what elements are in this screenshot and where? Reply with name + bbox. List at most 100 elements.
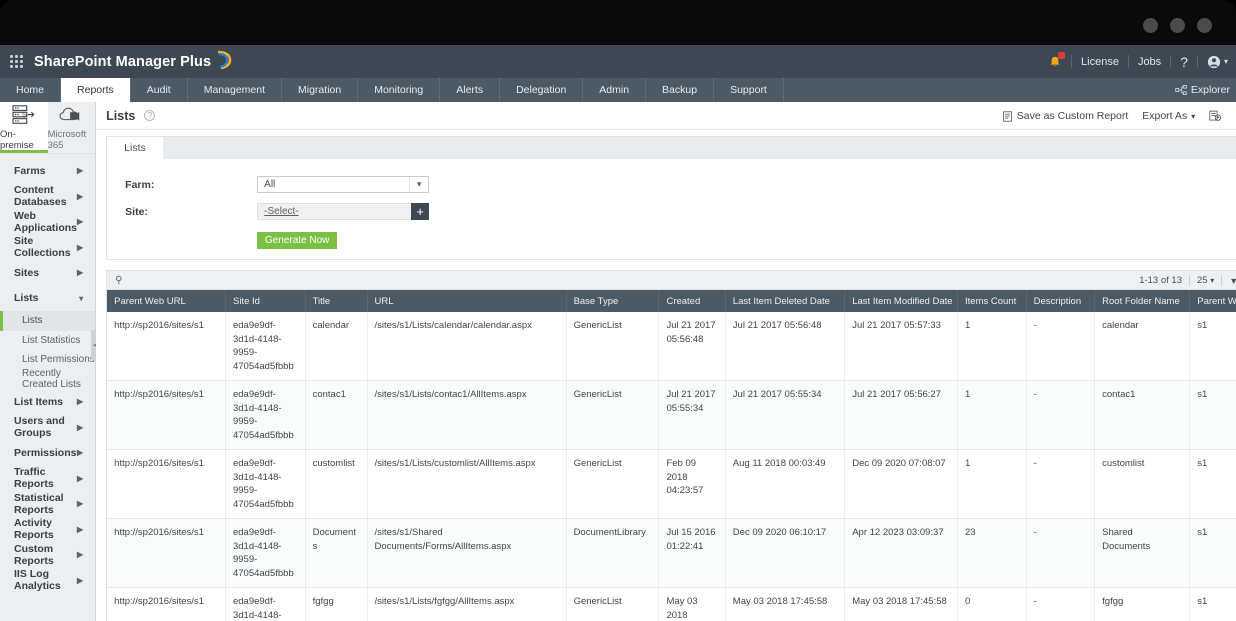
- plus-icon[interactable]: +: [411, 203, 430, 220]
- column-header-parent-web-title[interactable]: Parent Web Title: [1189, 290, 1236, 312]
- sidebar-item-statistical-reports[interactable]: Statistical Reports ▶: [0, 491, 95, 517]
- sidebar-item-content-databases[interactable]: Content Databases ▶: [0, 184, 95, 210]
- nav-tab-admin[interactable]: Admin: [583, 78, 647, 102]
- help-icon[interactable]: ?: [1180, 54, 1188, 70]
- nav-tab-monitoring[interactable]: Monitoring: [358, 78, 441, 102]
- nav-tab-home[interactable]: Home: [0, 78, 62, 102]
- nav-tab-management[interactable]: Management: [188, 78, 283, 102]
- sidebar-item-custom-reports[interactable]: Custom Reports ▶: [0, 542, 95, 568]
- nav-tab-delegation[interactable]: Delegation: [500, 78, 584, 102]
- sidebar-item-activity-reports[interactable]: Activity Reports ▶: [0, 517, 95, 543]
- nav-tab-audit[interactable]: Audit: [131, 78, 188, 102]
- filter-icon[interactable]: ▼: [1229, 276, 1236, 286]
- cell-items-count: 0: [957, 587, 1027, 621]
- sidebar-item-web-applications[interactable]: Web Applications ▶: [0, 209, 95, 235]
- nav-tab-migration[interactable]: Migration: [282, 78, 359, 102]
- sidebar-item-lists[interactable]: Lists ▾: [0, 286, 95, 312]
- page-header: Lists ? Save as Custom Report Export As: [96, 102, 1236, 130]
- sidebar-subitem-label: List Permissions: [22, 354, 95, 366]
- account-menu[interactable]: ▾: [1207, 55, 1228, 69]
- table-row[interactable]: http://sp2016/sites/s1 eda9e9df-3d1d-414…: [107, 518, 1236, 588]
- save-as-custom-report-button[interactable]: Save as Custom Report: [1002, 110, 1128, 122]
- mode-microsoft-365[interactable]: Microsoft 365: [47, 102, 96, 153]
- mode-on-premise[interactable]: S On-premise: [0, 102, 48, 153]
- divider: [1071, 55, 1073, 68]
- jobs-link[interactable]: Jobs: [1138, 56, 1161, 68]
- column-header-description[interactable]: Description: [1026, 290, 1096, 312]
- chevron-right-icon: ▶: [77, 217, 84, 227]
- sidebar-item-list-items[interactable]: List Items ▶: [0, 389, 95, 415]
- cell-root-folder-name: contac1: [1094, 380, 1191, 450]
- sidebar-item-label: Traffic Reports: [14, 466, 54, 491]
- bell-icon[interactable]: [1048, 51, 1066, 69]
- nav-tab-reports[interactable]: Reports: [61, 78, 131, 102]
- cell-last-item-modified-date: Jul 21 2017 05:56:27: [844, 380, 959, 450]
- cell-parent-web-title: s1: [1189, 380, 1236, 450]
- sidebar-item-site-collections[interactable]: Site Collections ▶: [0, 235, 95, 261]
- generate-now-button[interactable]: Generate Now: [257, 232, 338, 249]
- sidebar-item-label: Site Collections: [14, 235, 71, 260]
- column-header-created[interactable]: Created: [658, 290, 726, 312]
- column-header-last-item-modified-date[interactable]: Last Item Modified Date: [844, 290, 959, 312]
- nav-tab-alerts[interactable]: Alerts: [440, 78, 501, 102]
- column-header-title[interactable]: Title: [305, 290, 368, 312]
- chevron-down-icon: ▾: [1223, 57, 1228, 66]
- cell-last-item-deleted-date: May 03 2018 17:45:58: [725, 587, 846, 621]
- nav-tab-support[interactable]: Support: [714, 78, 784, 102]
- sidebar-subitem-list-permissions[interactable]: List Permissions: [0, 350, 95, 370]
- site-select-value: -Select-: [264, 206, 299, 217]
- page-size-selector[interactable]: 25 ▾: [1197, 275, 1214, 286]
- report-tab-strip: Lists: [106, 136, 1236, 159]
- column-header-base-type[interactable]: Base Type: [566, 290, 660, 312]
- sidebar-item-sites[interactable]: Sites ▶: [0, 260, 95, 286]
- table-row[interactable]: http://sp2016/sites/s1 eda9e9df-3d1d-414…: [107, 380, 1236, 450]
- application-window: SharePoint Manager Plus License Jobs ? ▾…: [0, 45, 1236, 621]
- close-dot[interactable]: [1197, 18, 1212, 33]
- sidebar-subitem-recently-created-lists[interactable]: Recently Created Lists: [0, 368, 95, 390]
- column-header-last-item-deleted-date[interactable]: Last Item Deleted Date: [725, 290, 846, 312]
- nav-tab-backup[interactable]: Backup: [646, 78, 715, 102]
- license-link[interactable]: License: [1081, 56, 1119, 68]
- sidebar-item-farms[interactable]: Farms ▶: [0, 158, 95, 184]
- mode-microsoft-365-label: Microsoft 365: [47, 129, 87, 151]
- chevron-down-icon: ▾: [1210, 276, 1215, 285]
- export-as-button[interactable]: Export As ▾: [1142, 110, 1195, 122]
- site-select[interactable]: -Select- +: [257, 203, 430, 220]
- explorer-button[interactable]: Explorer: [1175, 78, 1230, 102]
- lists-table: Parent Web URL Site Id Title URL Base Ty…: [107, 290, 1236, 621]
- results-grid: ⚲ 1-13 of 13 25 ▾ ▼: [106, 270, 1236, 621]
- table-row[interactable]: http://sp2016/sites/s1 eda9e9df-3d1d-414…: [107, 587, 1236, 621]
- grid-scroll-region[interactable]: Parent Web URL Site Id Title URL Base Ty…: [107, 290, 1236, 621]
- cell-description: -: [1026, 587, 1096, 621]
- sidebar-item-permissions[interactable]: Permissions ▶: [0, 440, 95, 466]
- cell-last-item-deleted-date: Dec 09 2020 06:10:17: [725, 518, 846, 588]
- app-grid-icon[interactable]: [10, 54, 24, 69]
- column-header-parent-web-url[interactable]: Parent Web URL: [107, 290, 226, 312]
- save-as-custom-report-label: Save as Custom Report: [1016, 110, 1129, 122]
- sidebar-item-iis-log-analytics[interactable]: IIS Log Analytics ▶: [0, 568, 95, 594]
- schedule-report-button[interactable]: [1209, 110, 1222, 122]
- site-label: Site:: [125, 205, 148, 218]
- sidebar-item-traffic-reports[interactable]: Traffic Reports ▶: [0, 466, 95, 492]
- search-icon[interactable]: ⚲: [115, 275, 122, 286]
- sidebar-subitem-list-statistics[interactable]: List Statistics: [0, 331, 95, 351]
- table-row[interactable]: http://sp2016/sites/s1 eda9e9df-3d1d-414…: [107, 449, 1236, 519]
- sidebar-item-label: Custom Reports: [14, 542, 54, 567]
- column-header-items-count[interactable]: Items Count: [957, 290, 1027, 312]
- minimize-dot[interactable]: [1143, 18, 1158, 33]
- cell-title: calendar: [305, 312, 368, 381]
- farm-select[interactable]: All ▾: [257, 176, 430, 193]
- maximize-dot[interactable]: [1170, 18, 1185, 33]
- sidebar-item-label: IIS Log Analytics: [14, 568, 61, 593]
- tab-lists[interactable]: Lists: [107, 137, 163, 159]
- export-as-label: Export As: [1142, 110, 1188, 122]
- sidebar-item-label: Content Databases: [14, 184, 67, 209]
- sidebar-item-users-and-groups[interactable]: Users and Groups ▶: [0, 415, 95, 441]
- table-row[interactable]: http://sp2016/sites/s1 eda9e9df-3d1d-414…: [107, 312, 1236, 381]
- column-header-site-id[interactable]: Site Id: [225, 290, 306, 312]
- column-header-url[interactable]: URL: [367, 290, 567, 312]
- column-header-root-folder-name[interactable]: Root Folder Name: [1094, 290, 1191, 312]
- help-circle-icon[interactable]: ?: [144, 110, 156, 121]
- sidebar-subitem-lists[interactable]: Lists: [0, 311, 96, 331]
- cell-description: -: [1026, 312, 1096, 381]
